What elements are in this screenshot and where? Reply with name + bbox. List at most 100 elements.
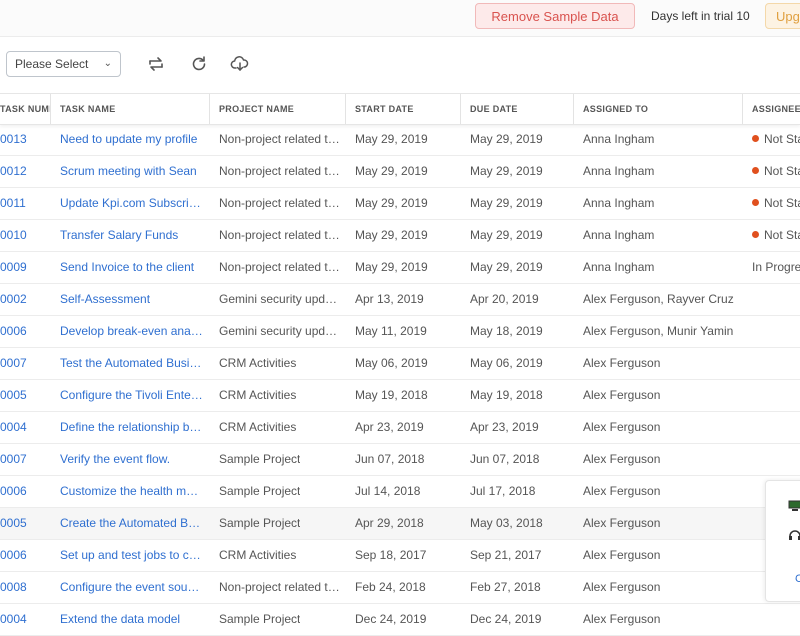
task-number-link[interactable]: 0004 [0,604,53,634]
task-name-link[interactable]: Extend the data model [51,604,210,634]
table-row[interactable]: 0009 Send Invoice to the client Non-projec… [0,252,800,284]
project-name-cell: Sample Project [210,508,347,538]
task-name-link-text: Customize the health monitoring [60,484,203,498]
toolbar: Please Select ⌄ [0,37,800,93]
task-name-link[interactable]: Self-Assessment [51,284,210,314]
task-number-link[interactable]: 0006 [0,316,53,346]
start-date-cell-text: May 29, 2019 [355,164,428,178]
table-row[interactable]: 0007 Test the Automated Business CRM Activ… [0,348,800,380]
assignee-status-cell: Not Started [743,124,800,154]
table-row[interactable]: 0002 Self-Assessment Gemini security updat… [0,284,800,316]
task-name-link[interactable]: Scrum meeting with Sean [51,156,210,186]
task-number-link[interactable]: 0012 [0,156,53,186]
task-name-link-text: Configure the event sources [60,580,203,594]
task-number-link[interactable]: 0010 [0,220,53,250]
column-task-name[interactable]: TASK NAME [51,94,210,124]
due-date-cell-text: Jun 07, 2018 [470,452,540,466]
start-date-cell-text: Apr 23, 2019 [355,420,424,434]
due-date-cell-text: Apr 23, 2019 [470,420,539,434]
start-date-cell: May 29, 2019 [346,156,461,186]
assigned-to-cell: Alex Ferguson [574,540,744,570]
task-number-link[interactable]: 0013 [0,124,53,154]
due-date-cell: May 18, 2019 [461,316,574,346]
table-row[interactable]: 0004 Define the relationship between CRM A… [0,412,800,444]
start-date-cell-text: Feb 24, 2018 [355,580,426,594]
table-row[interactable]: 0010 Transfer Salary Funds Non-project rel… [0,220,800,252]
assignee-status-cell [743,380,800,410]
swap-icon[interactable] [146,54,166,74]
chevron-down-icon: ⌄ [103,58,112,69]
task-name-link[interactable]: Update Kpi.com Subscription [51,188,210,218]
column-assigned-to[interactable]: ASSIGNED TO [574,94,743,124]
table-row[interactable]: 0006 Customize the health monitoring Sampl… [0,476,800,508]
table-row[interactable]: 0004 Extend the data model Sample Project D… [0,604,800,636]
assigned-to-cell: Alex Ferguson [574,572,744,602]
task-name-link[interactable]: Create the Automated Business [51,508,210,538]
task-name-link[interactable]: Test the Automated Business [51,348,210,378]
task-name-link-text: Extend the data model [60,612,181,626]
task-name-link-text: Create the Automated Business [60,516,203,530]
task-number-link[interactable]: 0011 [0,188,53,218]
start-date-cell-text: May 29, 2019 [355,260,428,274]
column-due-date[interactable]: DUE DATE [461,94,574,124]
task-number-link[interactable]: 0006 [0,476,53,506]
table-row[interactable]: 0005 Configure the Tivoli Enterprise CRM A… [0,380,800,412]
table-row[interactable]: 0008 Configure the event sources Non-proje… [0,572,800,604]
floating-help-widget[interactable]: C [765,480,800,602]
task-name-link[interactable]: Define the relationship between [51,412,210,442]
start-date-cell-text: Jul 14, 2018 [355,484,421,498]
assigned-to-cell: Alex Ferguson, Munir Yamin [574,316,744,346]
due-date-cell-text: Feb 27, 2018 [470,580,541,594]
task-name-link[interactable]: Configure the event sources [51,572,210,602]
task-name-link[interactable]: Develop break-even analysis [51,316,210,346]
task-name-link[interactable]: Set up and test jobs to collect [51,540,210,570]
start-date-cell: May 29, 2019 [346,220,461,250]
table-row[interactable]: 0013 Need to update my profile Non-project… [0,124,800,156]
task-name-link-text: Configure the Tivoli Enterprise [60,388,203,402]
table-row[interactable]: 0006 Develop break-even analysis Gemini se… [0,316,800,348]
column-project-name[interactable]: PROJECT NAME [210,94,346,124]
task-name-link[interactable]: Send Invoice to the client [51,252,210,282]
task-number-link[interactable]: 0007 [0,444,53,474]
task-number-link[interactable]: 0007 [0,348,53,378]
assigned-to-cell-text: Anna Ingham [583,260,655,274]
task-name-link[interactable]: Transfer Salary Funds [51,220,210,250]
task-name-link[interactable]: Customize the health monitoring [51,476,210,506]
task-name-link[interactable]: Configure the Tivoli Enterprise [51,380,210,410]
due-date-cell: Feb 27, 2018 [461,572,574,602]
assigned-to-cell: Alex Ferguson [574,508,744,538]
column-assignee-status[interactable]: ASSIGNEE STATUS [743,94,800,124]
table-row[interactable]: 0012 Scrum meeting with Sean Non-project r… [0,156,800,188]
widget-link[interactable]: C [795,573,800,585]
project-name-cell: Non-project related tasks [210,220,347,250]
column-task-number[interactable]: TASK NUMBER [0,94,51,124]
task-number-link-text: 0005 [0,388,27,402]
refresh-icon[interactable] [189,54,209,74]
table-row[interactable]: 0006 Set up and test jobs to collect CRM A… [0,540,800,572]
task-number-link[interactable]: 0004 [0,412,53,442]
task-number-link[interactable]: 0009 [0,252,53,282]
task-number-link[interactable]: 0006 [0,540,53,570]
start-date-cell: Sep 18, 2017 [346,540,461,570]
start-date-cell: Jul 14, 2018 [346,476,461,506]
task-name-link-text: Scrum meeting with Sean [60,164,197,178]
remove-sample-data-button[interactable]: Remove Sample Data [475,3,635,29]
assignee-status-cell: Not Started [743,156,800,186]
filter-select[interactable]: Please Select ⌄ [6,51,121,77]
column-start-date[interactable]: START DATE [346,94,461,124]
task-number-link[interactable]: 0008 [0,572,53,602]
task-number-link[interactable]: 0005 [0,508,53,538]
task-name-link[interactable]: Verify the event flow. [51,444,210,474]
table-row[interactable]: 0011 Update Kpi.com Subscription Non-proje… [0,188,800,220]
assigned-to-cell-text: Alex Ferguson [583,580,661,594]
table-row[interactable]: 0005 Create the Automated Business Sample … [0,508,800,540]
task-number-link[interactable]: 0002 [0,284,53,314]
table-row[interactable]: 0007 Verify the event flow. Sample Project… [0,444,800,476]
task-name-link[interactable]: Need to update my profile [51,124,210,154]
upgrade-button[interactable]: Upgrade [765,3,800,29]
cloud-download-icon[interactable] [230,54,250,74]
task-number-link[interactable]: 0005 [0,380,53,410]
monitor-icon[interactable] [788,499,800,511]
project-name-cell-text: Non-project related tasks [219,132,340,146]
support-agent-icon[interactable] [788,529,800,541]
